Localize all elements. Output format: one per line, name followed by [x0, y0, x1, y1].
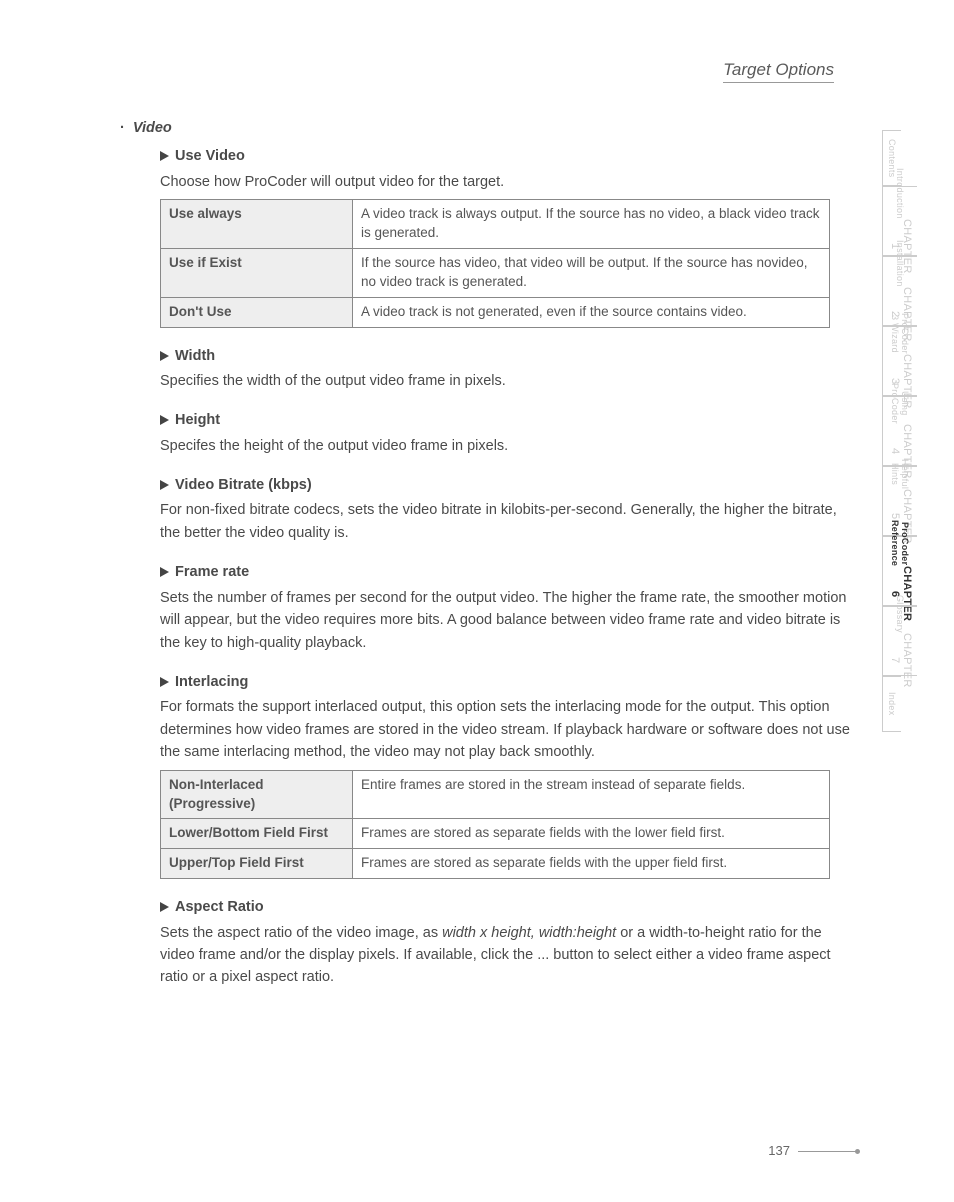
- footer: 137: [768, 1143, 858, 1158]
- interlacing-desc: For formats the support interlaced outpu…: [160, 696, 850, 763]
- framerate-label: Frame rate: [175, 564, 249, 580]
- interlacing-label: Interlacing: [175, 674, 248, 690]
- arrow-icon: [160, 677, 169, 687]
- framerate-desc: Sets the number of frames per second for…: [160, 587, 850, 654]
- cell-val: Entire frames are stored in the stream i…: [353, 770, 830, 819]
- use-video-desc: Choose how ProCoder will output video fo…: [160, 171, 850, 193]
- section-title-text: Video: [133, 120, 172, 136]
- table-row: Upper/Top Field FirstFrames are stored a…: [161, 849, 830, 879]
- page-number: 137: [768, 1143, 790, 1158]
- arrow-icon: [160, 567, 169, 577]
- item-width-title: Width: [160, 346, 850, 366]
- tab-label: Installation: [895, 240, 905, 287]
- bitrate-label: Video Bitrate (kbps): [175, 477, 312, 493]
- cell-val: Frames are stored as separate fields wit…: [353, 819, 830, 849]
- cell-val: Frames are stored as separate fields wit…: [353, 849, 830, 879]
- table-row: Non-Interlaced (Progressive)Entire frame…: [161, 770, 830, 819]
- footer-line-icon: [798, 1151, 858, 1152]
- tab-label: Using ProCoder: [890, 383, 910, 424]
- aspect-label: Aspect Ratio: [175, 899, 264, 915]
- item-height-title: Height: [160, 410, 850, 430]
- tab-chapter-4[interactable]: Using ProCoderCHAPTER 4: [882, 396, 917, 466]
- item-aspect-title: Aspect Ratio: [160, 897, 850, 917]
- cell-key: Use if Exist: [161, 248, 353, 297]
- table-row: Use if ExistIf the source has video, tha…: [161, 248, 830, 297]
- interlacing-table: Non-Interlaced (Progressive)Entire frame…: [160, 770, 830, 880]
- cell-key: Non-Interlaced (Progressive): [161, 770, 353, 819]
- arrow-icon: [160, 151, 169, 161]
- section-title: ·Video: [120, 118, 850, 138]
- table-row: Use alwaysA video track is always output…: [161, 200, 830, 249]
- tab-label: Introduction: [895, 168, 905, 219]
- aspect-desc-em: width x height, width:height: [442, 925, 616, 941]
- height-label: Height: [175, 412, 220, 428]
- tab-label: ProCoder 3 Wizard: [890, 313, 910, 354]
- width-desc: Specifies the width of the output video …: [160, 370, 850, 392]
- height-desc: Specifes the height of the output video …: [160, 435, 850, 457]
- tab-index[interactable]: Index: [882, 676, 901, 732]
- cell-key: Use always: [161, 200, 353, 249]
- item-framerate-title: Frame rate: [160, 562, 850, 582]
- tab-label: Helpful Hints: [890, 459, 910, 489]
- tab-label: Glossary: [895, 595, 905, 633]
- tab-chapter-7[interactable]: GlossaryCHAPTER 7: [882, 606, 917, 676]
- table-row: Don't UseA video track is not generated,…: [161, 297, 830, 327]
- cell-key: Lower/Bottom Field First: [161, 819, 353, 849]
- tab-label: Index: [887, 692, 897, 716]
- use-video-table: Use alwaysA video track is always output…: [160, 199, 830, 327]
- item-interlacing-title: Interlacing: [160, 672, 850, 692]
- tab-label: ProCoder Reference: [890, 520, 910, 566]
- arrow-icon: [160, 902, 169, 912]
- cell-key: Don't Use: [161, 297, 353, 327]
- table-row: Lower/Bottom Field FirstFrames are store…: [161, 819, 830, 849]
- main-content: ·Video Use Video Choose how ProCoder wil…: [120, 118, 850, 1007]
- chapter-tabs: Contents IntroductionCHAPTER 1 Installat…: [882, 130, 954, 732]
- width-label: Width: [175, 348, 215, 364]
- bitrate-desc: For non-fixed bitrate codecs, sets the v…: [160, 499, 850, 544]
- cell-val: If the source has video, that video will…: [353, 248, 830, 297]
- arrow-icon: [160, 351, 169, 361]
- use-video-label: Use Video: [175, 148, 245, 164]
- arrow-icon: [160, 480, 169, 490]
- item-bitrate-title: Video Bitrate (kbps): [160, 475, 850, 495]
- arrow-icon: [160, 415, 169, 425]
- aspect-desc: Sets the aspect ratio of the video image…: [160, 922, 850, 989]
- cell-key: Upper/Top Field First: [161, 849, 353, 879]
- cell-val: A video track is not generated, even if …: [353, 297, 830, 327]
- page-header-title: Target Options: [723, 60, 834, 83]
- item-use-video-title: Use Video: [160, 146, 850, 166]
- cell-val: A video track is always output. If the s…: [353, 200, 830, 249]
- aspect-desc-pre: Sets the aspect ratio of the video image…: [160, 925, 442, 941]
